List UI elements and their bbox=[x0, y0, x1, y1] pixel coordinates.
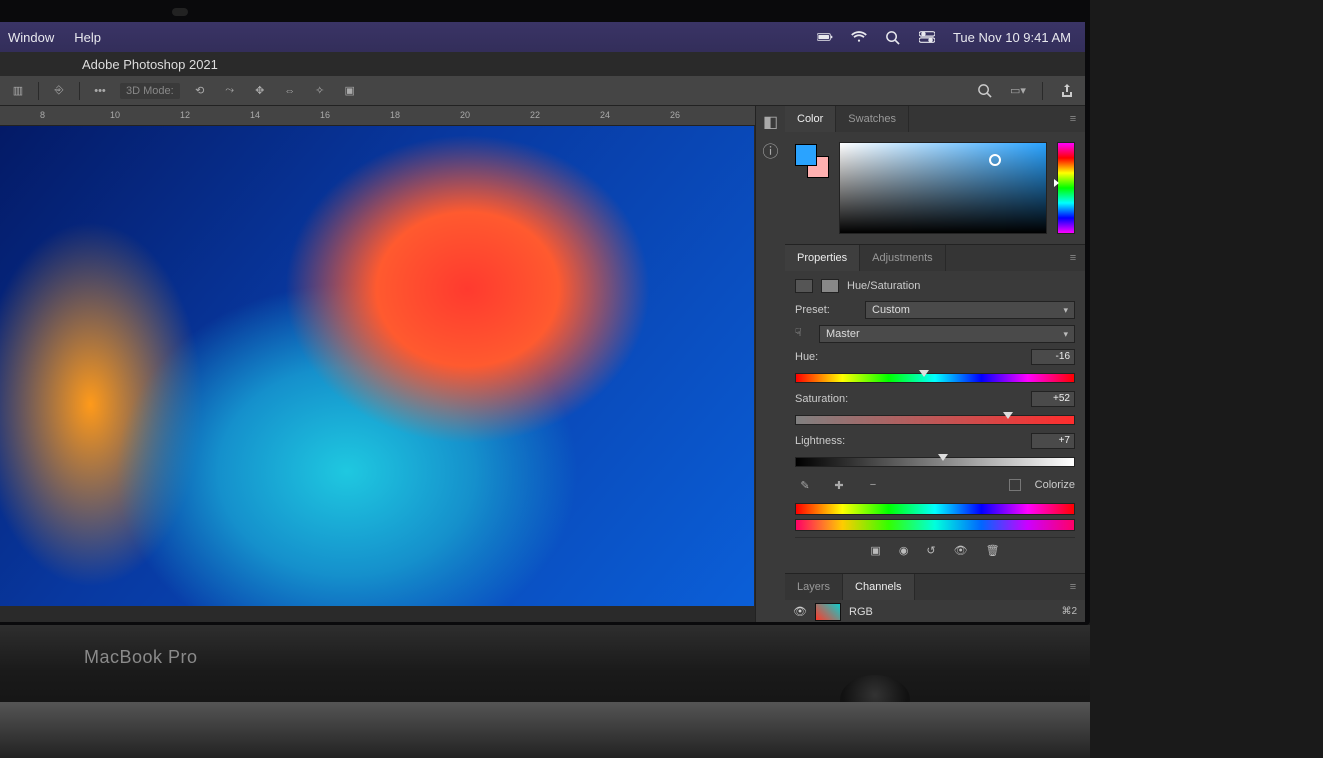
targeted-adjust-icon[interactable]: ☟ bbox=[795, 326, 811, 342]
foreground-color-swatch[interactable] bbox=[795, 144, 817, 166]
tool-preset-icon[interactable]: ▥ bbox=[8, 81, 28, 101]
histogram-icon[interactable]: ◧ bbox=[761, 112, 781, 132]
ruler-mark: 10 bbox=[110, 110, 120, 120]
roll-icon[interactable]: ⤳ bbox=[220, 81, 240, 101]
hue-spectrum-after bbox=[795, 519, 1075, 531]
color-panel: Color Swatches ≡ bbox=[785, 106, 1085, 245]
hue-spectrum-before bbox=[795, 503, 1075, 515]
laptop-brand: MacBook Pro bbox=[0, 625, 1090, 668]
clip-to-layer-icon[interactable]: ▣ bbox=[870, 544, 880, 557]
app-title-bar: Adobe Photoshop 2021 bbox=[0, 52, 1085, 76]
lightness-label: Lightness: bbox=[795, 435, 857, 447]
spotlight-icon[interactable] bbox=[885, 29, 901, 45]
panel-menu-icon[interactable]: ≡ bbox=[1061, 245, 1085, 271]
channels-panel: Layers Channels ≡ 👁 RGB ⌘2 bbox=[785, 574, 1085, 622]
eyedropper-subtract-icon[interactable]: − bbox=[863, 475, 883, 495]
adjustment-title: Hue/Saturation bbox=[847, 280, 920, 292]
lightness-slider[interactable] bbox=[795, 455, 1075, 469]
toggle-visibility-icon[interactable]: 👁 bbox=[954, 544, 968, 557]
panel-menu-icon[interactable]: ≡ bbox=[1061, 574, 1085, 600]
reset-icon[interactable]: ↺ bbox=[926, 544, 935, 557]
hue-slider[interactable] bbox=[795, 371, 1075, 385]
wifi-icon[interactable] bbox=[851, 29, 867, 45]
hue-label: Hue: bbox=[795, 351, 857, 363]
view-previous-icon[interactable]: ◉ bbox=[899, 544, 909, 557]
ruler-horizontal[interactable]: 8 10 12 14 16 18 20 22 24 26 bbox=[0, 106, 755, 126]
ruler-mark: 16 bbox=[320, 110, 330, 120]
ruler-mark: 12 bbox=[180, 110, 190, 120]
channel-row[interactable]: 👁 RGB ⌘2 bbox=[785, 600, 1085, 622]
document-canvas[interactable] bbox=[0, 126, 754, 606]
slide-icon[interactable]: ⇔ bbox=[280, 81, 300, 101]
panel-menu-icon[interactable]: ≡ bbox=[1061, 106, 1085, 132]
saturation-label: Saturation: bbox=[795, 393, 857, 405]
tab-color[interactable]: Color bbox=[785, 106, 836, 132]
app-title: Adobe Photoshop 2021 bbox=[82, 57, 218, 72]
orbit-icon[interactable]: ⟲ bbox=[190, 81, 210, 101]
ruler-mark: 18 bbox=[390, 110, 400, 120]
pan-icon[interactable]: ✥ bbox=[250, 81, 270, 101]
macos-menubar: Window Help Tue Nov 10 9:41 AM bbox=[0, 22, 1085, 52]
ruler-mark: 20 bbox=[460, 110, 470, 120]
color-range-dropdown[interactable]: Master▾ bbox=[819, 325, 1075, 343]
properties-panel: Properties Adjustments ≡ Hue/Saturation bbox=[785, 245, 1085, 574]
hue-value[interactable]: -16 bbox=[1031, 349, 1075, 365]
eyedropper-icon[interactable]: ✎ bbox=[795, 475, 815, 495]
eyedropper-add-icon[interactable]: ✚ bbox=[829, 475, 849, 495]
options-bar: ▥ ⎆ ••• 3D Mode: ⟲ ⤳ ✥ ⇔ ✧ ▣ ▭▾ bbox=[0, 76, 1085, 106]
laptop-side bbox=[0, 702, 1090, 758]
saturation-slider[interactable] bbox=[795, 413, 1075, 427]
ruler-mark: 26 bbox=[670, 110, 680, 120]
tab-channels[interactable]: Channels bbox=[843, 574, 914, 600]
share-icon[interactable] bbox=[1057, 81, 1077, 101]
control-center-icon[interactable] bbox=[919, 29, 935, 45]
collapsed-panel-dock: ◧ ⓘ bbox=[755, 106, 785, 622]
lightness-value[interactable]: +7 bbox=[1031, 433, 1075, 449]
threed-mode-label: 3D Mode: bbox=[120, 83, 180, 99]
menu-help[interactable]: Help bbox=[74, 30, 101, 45]
workspace-switcher-icon[interactable]: ▭▾ bbox=[1008, 81, 1028, 101]
ruler-mark: 8 bbox=[40, 110, 45, 120]
foreground-background-swatch[interactable] bbox=[795, 144, 829, 178]
saturation-value[interactable]: +52 bbox=[1031, 391, 1075, 407]
tab-adjustments[interactable]: Adjustments bbox=[860, 245, 946, 271]
scale-icon[interactable]: ✧ bbox=[310, 81, 330, 101]
ruler-mark: 24 bbox=[600, 110, 610, 120]
align-icon[interactable]: ⎆ bbox=[49, 81, 69, 101]
hue-strip[interactable] bbox=[1057, 142, 1075, 234]
adjustment-type-icon bbox=[795, 279, 813, 293]
canvas-area: 8 10 12 14 16 18 20 22 24 26 bbox=[0, 106, 755, 622]
delete-adjustment-icon[interactable]: 🗑 bbox=[986, 544, 1000, 557]
tab-layers[interactable]: Layers bbox=[785, 574, 843, 600]
more-options-icon[interactable]: ••• bbox=[90, 81, 110, 101]
colorize-label: Colorize bbox=[1035, 479, 1075, 491]
menubar-clock[interactable]: Tue Nov 10 9:41 AM bbox=[953, 30, 1071, 45]
visibility-icon[interactable]: 👁 bbox=[793, 605, 807, 619]
tab-swatches[interactable]: Swatches bbox=[836, 106, 909, 132]
ruler-mark: 22 bbox=[530, 110, 540, 120]
preset-label: Preset: bbox=[795, 304, 857, 316]
camera-icon[interactable]: ▣ bbox=[340, 81, 360, 101]
menu-window[interactable]: Window bbox=[8, 30, 54, 45]
search-icon[interactable] bbox=[974, 81, 994, 101]
info-icon[interactable]: ⓘ bbox=[761, 140, 781, 160]
laptop-camera bbox=[172, 8, 188, 16]
mask-icon bbox=[821, 279, 839, 293]
battery-icon[interactable] bbox=[817, 29, 833, 45]
color-field[interactable] bbox=[839, 142, 1047, 234]
colorize-checkbox[interactable] bbox=[1009, 479, 1021, 491]
ruler-mark: 14 bbox=[250, 110, 260, 120]
preset-dropdown[interactable]: Custom▾ bbox=[865, 301, 1075, 319]
tab-properties[interactable]: Properties bbox=[785, 245, 860, 271]
